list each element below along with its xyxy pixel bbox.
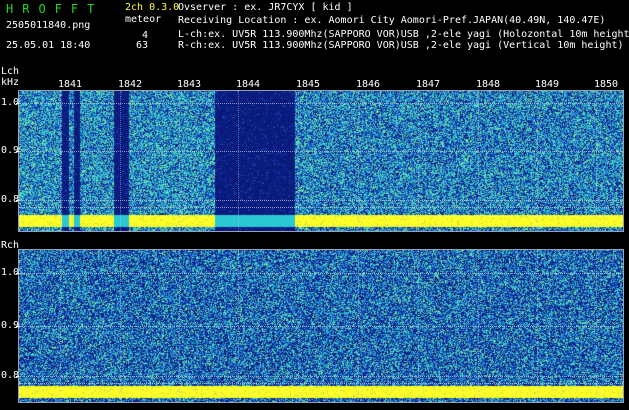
lch-unit-label: kHz: [1, 77, 20, 88]
grid-line: [358, 250, 359, 402]
grid-line: [537, 250, 538, 402]
time-label: 1846: [356, 79, 381, 90]
grid-line: [16, 200, 19, 201]
grid-line: [19, 383, 623, 384]
grid-line: [19, 200, 623, 201]
grid-line: [596, 250, 597, 402]
grid-line: [596, 91, 597, 231]
grid-line: [16, 376, 19, 377]
grid-line: [19, 376, 623, 377]
grid-line: [19, 326, 623, 327]
grid-line: [238, 250, 239, 402]
version-label: 2ch 0.3.0: [125, 2, 180, 13]
time-label: 1847: [416, 79, 441, 90]
lch-frame: [18, 90, 624, 232]
observer-info: Ovserver : ex. JR7CYX [ kid ]: [178, 2, 353, 13]
grid-line: [179, 250, 180, 402]
time-label: 1842: [118, 79, 143, 90]
time-label: 1844: [236, 79, 261, 90]
location-info: Receiving Location : ex. Aomori City Aom…: [178, 15, 606, 26]
grid-line: [60, 91, 61, 231]
grid-line: [120, 250, 121, 402]
grid-line: [298, 250, 299, 402]
grid-line: [19, 151, 623, 152]
rch-meteor-count: 63: [135, 40, 148, 51]
lch-label: Lch: [1, 66, 20, 77]
time-label: 1845: [296, 79, 321, 90]
grid-line: [238, 91, 239, 231]
recording-datetime: 25.05.01 18:40: [6, 40, 91, 51]
grid-line: [418, 250, 419, 402]
file-name: 2505011840.png: [6, 20, 91, 31]
grid-line: [60, 250, 61, 402]
time-label: 1849: [535, 79, 560, 90]
grid-line: [478, 91, 479, 231]
time-label: 1850: [594, 79, 619, 90]
grid-line: [19, 273, 623, 274]
app-title: HROFFT: [6, 2, 104, 16]
grid-line: [120, 91, 121, 231]
grid-line: [418, 91, 419, 231]
time-label: 1848: [476, 79, 501, 90]
grid-line: [16, 103, 19, 104]
time-label: 1843: [177, 79, 202, 90]
meteor-count-label: meteor: [125, 14, 162, 25]
grid-line: [16, 273, 19, 274]
rch-label: Rch: [1, 240, 20, 251]
grid-line: [16, 151, 19, 152]
grid-line: [179, 91, 180, 231]
grid-line: [537, 91, 538, 231]
grid-line: [16, 326, 19, 327]
lch-receiver-info: L-ch:ex. UV5R 113.900Mhz(SAPPORO VOR)USB…: [178, 29, 629, 40]
grid-line: [19, 103, 623, 104]
grid-line: [478, 250, 479, 402]
rch-receiver-info: R-ch:ex. UV5R 113.900Mhz(SAPPORO VOR)USB…: [178, 40, 624, 51]
grid-line: [298, 91, 299, 231]
grid-line: [19, 207, 623, 208]
time-label: 1841: [58, 79, 83, 90]
grid-line: [358, 91, 359, 231]
